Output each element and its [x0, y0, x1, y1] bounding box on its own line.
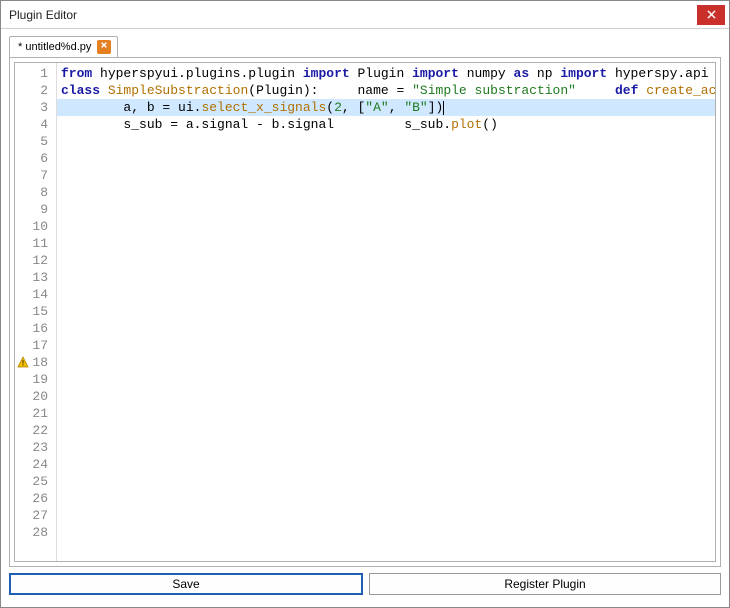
line-number: 3 — [17, 99, 52, 116]
line-number: 8 — [17, 184, 52, 201]
tab-bar: * untitled%d.py — [1, 29, 729, 57]
line-number: 24 — [17, 456, 52, 473]
code-line[interactable]: from hyperspyui.plugins.plugin import Pl… — [61, 66, 404, 81]
tab-label: * untitled%d.py — [18, 41, 91, 53]
tab-close-button[interactable] — [97, 40, 111, 54]
editor-panel: 1234567891011121314151617181920212223242… — [9, 57, 721, 567]
line-number: 1 — [17, 65, 52, 82]
code-line[interactable]: import hyperspy.api as hs — [560, 66, 716, 81]
line-number: 23 — [17, 439, 52, 456]
code-line[interactable]: s_sub = a.signal - b.signal — [61, 117, 334, 132]
tab-file[interactable]: * untitled%d.py — [9, 36, 118, 58]
register-plugin-button[interactable]: Register Plugin — [369, 573, 721, 595]
code-line[interactable]: a, b = ui.select_x_signals(2, ["A", "B"]… — [57, 99, 716, 116]
code-editor[interactable]: 1234567891011121314151617181920212223242… — [14, 62, 716, 562]
line-number: 15 — [17, 303, 52, 320]
code-line[interactable]: def create_actions(self): — [584, 83, 716, 98]
line-number: 11 — [17, 235, 52, 252]
line-number: 16 — [17, 320, 52, 337]
line-number: 10 — [17, 218, 52, 235]
code-area[interactable]: from hyperspyui.plugins.plugin import Pl… — [57, 63, 716, 561]
line-number: 9 — [17, 201, 52, 218]
text-cursor — [443, 101, 444, 115]
code-line[interactable]: class SimpleSubstraction(Plugin): — [61, 83, 318, 98]
titlebar: Plugin Editor — [1, 1, 729, 29]
line-number: 20 — [17, 388, 52, 405]
close-icon — [707, 10, 716, 19]
line-number: 19 — [17, 371, 52, 388]
line-number: 27 — [17, 507, 52, 524]
code-line[interactable]: s_sub.plot() — [342, 117, 498, 132]
button-row: Save Register Plugin — [1, 567, 729, 601]
line-number: 26 — [17, 490, 52, 507]
line-number: 17 — [17, 337, 52, 354]
code-line[interactable]: import numpy as np — [412, 66, 552, 81]
line-number: 25 — [17, 473, 52, 490]
save-button[interactable]: Save — [9, 573, 363, 595]
close-icon — [100, 41, 108, 49]
window-title: Plugin Editor — [9, 8, 697, 22]
line-number: 22 — [17, 422, 52, 439]
line-number: 13 — [17, 269, 52, 286]
line-number: 5 — [17, 133, 52, 150]
line-number: 14 — [17, 286, 52, 303]
window-close-button[interactable] — [697, 5, 725, 25]
warning-icon — [17, 356, 29, 368]
line-number: 2 — [17, 82, 52, 99]
line-number: 28 — [17, 524, 52, 541]
code-line[interactable]: name = "Simple substraction" — [326, 83, 576, 98]
line-number: 4 — [17, 116, 52, 133]
line-number: 6 — [17, 150, 52, 167]
line-number-gutter: 1234567891011121314151617181920212223242… — [15, 63, 57, 561]
line-number: 12 — [17, 252, 52, 269]
line-number: 7 — [17, 167, 52, 184]
line-number: 21 — [17, 405, 52, 422]
